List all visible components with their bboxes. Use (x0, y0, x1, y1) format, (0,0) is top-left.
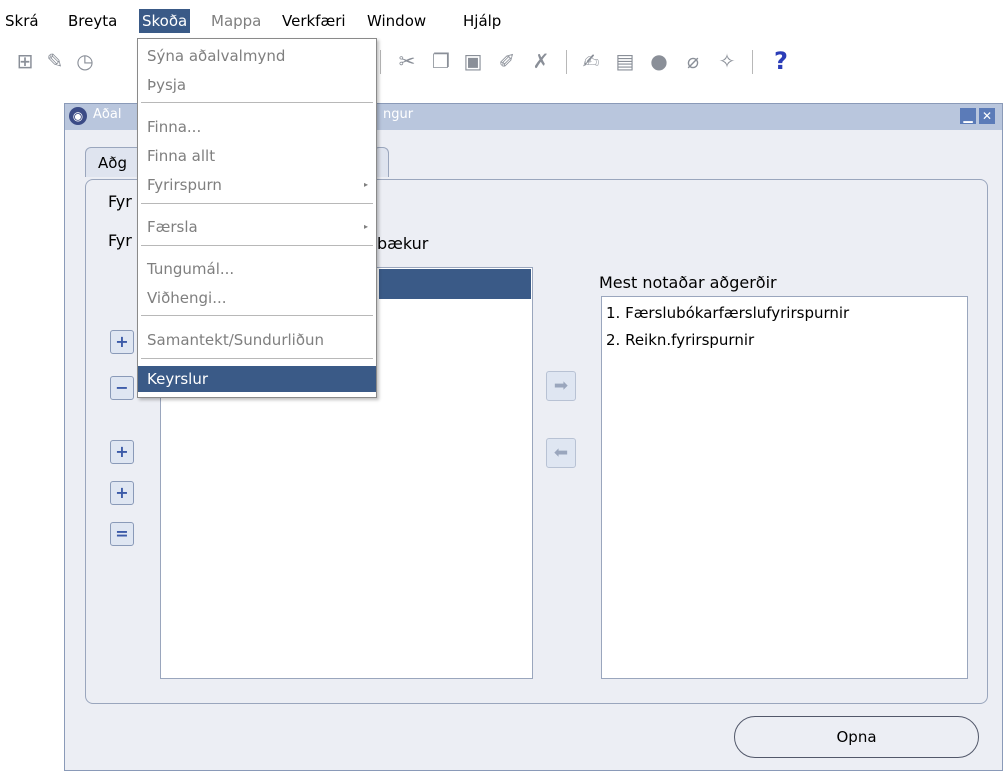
attachment-icon[interactable]: ⌀ (680, 48, 706, 74)
menu-help[interactable]: Hjálp (460, 9, 504, 33)
submenu-arrow-icon: ▸ (363, 222, 368, 231)
expand-button[interactable]: + (110, 330, 134, 354)
toolbar-separator (566, 50, 567, 74)
folder-icon[interactable]: ▤ (612, 48, 638, 74)
clear-field-icon[interactable]: ✐ (494, 48, 520, 74)
most-used-list[interactable]: 1. Færslubókarfærslufyrirspurnir 2. Reik… (601, 296, 968, 679)
collapse-all-button[interactable]: = (110, 522, 134, 546)
help-icon[interactable]: ? (768, 48, 794, 74)
close-icon[interactable]: ✕ (979, 108, 995, 124)
view-menu-dropdown: Sýna aðalvalmynd Þysja Finna... Finna al… (137, 38, 377, 398)
window-title-end: ngur (383, 107, 414, 122)
menu-item-find[interactable]: Finna... (138, 114, 376, 140)
menu-edit[interactable]: Breyta (65, 9, 120, 33)
menu-separator (141, 203, 373, 204)
copy-icon[interactable]: ❐ (428, 48, 454, 74)
menu-folder[interactable]: Mappa (208, 9, 264, 33)
tab-functions-label: Aðg (98, 154, 127, 172)
clear-record-icon[interactable]: ✗ (528, 48, 554, 74)
new-record-icon[interactable]: ⊞ (12, 48, 38, 74)
folder-tools-icon[interactable]: ✧ (714, 48, 740, 74)
expand-all-button[interactable]: + (110, 481, 134, 505)
menu-view[interactable]: Skoða (139, 9, 191, 33)
menu-separator (141, 102, 373, 103)
list-item[interactable]: 2. Reikn.fyrirspurnir (602, 327, 967, 354)
paste-icon[interactable]: ▣ (460, 48, 486, 74)
list-label: Fyr (108, 231, 132, 250)
menu-item-record[interactable]: Færsla ▸ (138, 214, 376, 240)
toolbar-separator (752, 50, 753, 74)
window-title-start: Aðal (93, 107, 122, 122)
choose-label: Fyr (108, 192, 132, 211)
list-label-end: bækur (377, 234, 429, 253)
globe-icon[interactable]: ● (646, 48, 672, 74)
zoom-icon[interactable]: ◷ (72, 48, 98, 74)
remove-from-list-icon[interactable]: ⬅ (546, 438, 576, 468)
menu-item-query[interactable]: Fyrirspurn ▸ (138, 172, 376, 198)
menu-item-zoom[interactable]: Þysja (138, 72, 376, 98)
menu-item-query-label: Fyrirspurn (147, 176, 222, 194)
menu-item-show-navigator[interactable]: Sýna aðalvalmynd (138, 43, 376, 69)
menu-separator (141, 358, 373, 359)
menu-bar: Skrá Breyta Skoða Mappa Verkfæri Window … (0, 0, 1006, 38)
menu-item-summary-detail[interactable]: Samantekt/Sundurliðun (138, 327, 376, 353)
minimize-icon[interactable]: ▁ (960, 108, 976, 124)
cut-icon[interactable]: ✂ (394, 48, 420, 74)
most-used-heading: Mest notaðar aðgerðir (599, 273, 777, 292)
list-item[interactable]: 1. Færslubókarfærslufyrirspurnir (602, 300, 967, 327)
list-selected-row[interactable] (379, 269, 531, 299)
menu-window[interactable]: Window (364, 9, 429, 33)
menu-file[interactable]: Skrá (2, 9, 42, 33)
oracle-app-icon: ◉ (69, 107, 87, 125)
menu-tools[interactable]: Verkfæri (279, 9, 349, 33)
menu-separator (141, 315, 373, 316)
toolbar-separator (380, 50, 381, 74)
open-button[interactable]: Opna (734, 716, 979, 758)
menu-item-translations[interactable]: Tungumál... (138, 256, 376, 282)
menu-item-find-all[interactable]: Finna allt (138, 143, 376, 169)
expand-branch-button[interactable]: + (110, 440, 134, 464)
menu-item-requests[interactable]: Keyrslur (138, 366, 376, 392)
tab-functions[interactable]: Aðg (85, 147, 145, 177)
collapse-button[interactable]: − (110, 376, 134, 400)
navigate-icon[interactable]: ✎ (42, 48, 68, 74)
submenu-arrow-icon: ▸ (363, 180, 368, 189)
menu-separator (141, 245, 373, 246)
menu-item-attachments[interactable]: Viðhengi... (138, 285, 376, 311)
menu-item-record-label: Færsla (147, 218, 198, 236)
edit-icon[interactable]: ✍ (578, 48, 604, 74)
add-to-list-icon[interactable]: ➡ (546, 371, 576, 401)
